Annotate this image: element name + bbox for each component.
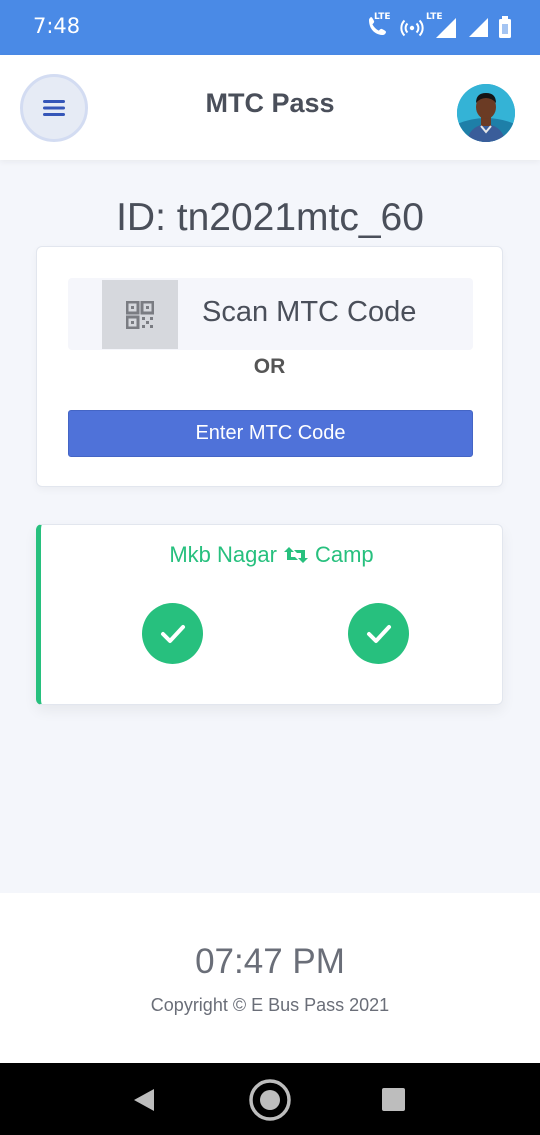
system-nav-bar <box>0 1063 540 1135</box>
check-circle-icon <box>348 603 409 664</box>
app-header: MTC Pass <box>0 55 540 160</box>
signal-lte-icon: LTE <box>426 12 458 40</box>
footer-clock: 07:47 PM <box>195 942 345 981</box>
check-circle-icon <box>142 603 203 664</box>
qr-code-icon <box>126 300 154 329</box>
lte-label-2: LTE <box>426 12 443 22</box>
qr-code-box <box>102 280 178 349</box>
retweet-icon <box>283 547 308 563</box>
back-icon[interactable] <box>132 1087 156 1113</box>
volte-call-icon: LTE <box>366 12 392 40</box>
hotspot-icon <box>400 19 424 37</box>
battery-icon <box>499 16 511 38</box>
avatar[interactable] <box>457 84 515 142</box>
copyright-text: Copyright © E Bus Pass 2021 <box>150 995 390 1015</box>
home-icon[interactable] <box>248 1078 292 1122</box>
footer: 07:47 PM Copyright © E Bus Pass 2021 <box>0 893 540 1063</box>
status-icons: LTE LTE <box>366 12 512 40</box>
scan-card: Scan MTC Code OR Enter MTC Code <box>36 246 503 487</box>
signal-icon <box>469 18 488 37</box>
recent-apps-icon[interactable] <box>382 1088 405 1111</box>
route-title: Mkb Nagar Camp <box>41 542 502 568</box>
route-from: Mkb Nagar <box>169 542 277 567</box>
scan-mtc-code-button[interactable]: Scan MTC Code <box>68 278 473 350</box>
enter-mtc-code-button[interactable]: Enter MTC Code <box>68 410 473 457</box>
status-bar: 7:48 LTE LTE <box>0 0 540 55</box>
scan-mtc-code-label: Scan MTC Code <box>202 296 417 328</box>
route-card: Mkb Nagar Camp <box>36 524 503 705</box>
lte-label-1: LTE <box>374 12 391 22</box>
route-to: Camp <box>314 542 374 567</box>
status-time: 7:48 <box>33 14 81 38</box>
user-id-label: ID: tn2021mtc_60 <box>116 196 424 239</box>
or-divider: OR <box>253 355 286 378</box>
